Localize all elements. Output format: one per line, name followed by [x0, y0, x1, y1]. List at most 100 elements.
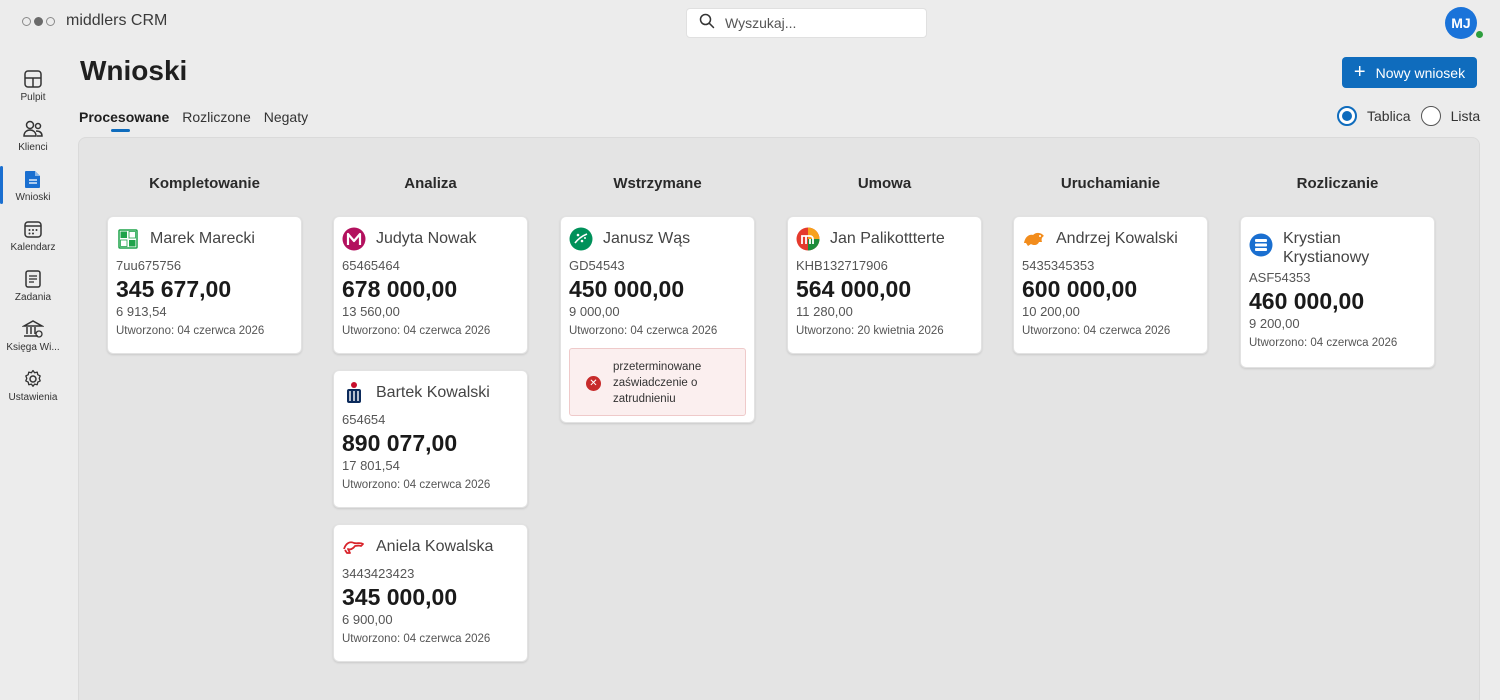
- view-list-label: Lista: [1450, 108, 1481, 124]
- commission-amount: 9 200,00: [1249, 316, 1300, 331]
- application-id: 654654: [342, 412, 386, 427]
- view-board-label: Tablica: [1367, 108, 1411, 124]
- column-title: Wstrzymane: [613, 175, 702, 192]
- new-application-label: Nowy wniosek: [1375, 64, 1466, 81]
- search-icon: [699, 13, 725, 34]
- view-toggle: Tablica Lista: [1337, 106, 1490, 126]
- view-board-radio[interactable]: [1337, 106, 1357, 126]
- client-name: Janusz Wąs: [603, 230, 691, 247]
- created-date: Utworzono: 04 czerwca 2026: [1249, 337, 1398, 349]
- column-title: Analiza: [404, 175, 457, 192]
- application-card[interactable]: Aniela Kowalska 3443423423 345 000,00 6 …: [333, 524, 528, 662]
- commission-amount: 6 900,00: [342, 612, 393, 627]
- application-card[interactable]: Bartek Kowalski 654654 890 077,00 17 801…: [333, 370, 528, 508]
- created-date: Utworzono: 04 czerwca 2026: [342, 479, 491, 491]
- client-name: Andrzej Kowalski: [1056, 230, 1178, 247]
- sidebar-item-wnioski[interactable]: Wnioski: [0, 158, 66, 208]
- application-card[interactable]: Jan Palikottterte KHB132717906 564 000,0…: [787, 216, 982, 354]
- application-id: 3443423423: [342, 566, 415, 581]
- millennium-bank-logo: [342, 227, 366, 251]
- application-id: 5435345353: [1022, 258, 1095, 273]
- app-menu-icon[interactable]: [22, 17, 55, 26]
- document-icon: [22, 168, 44, 190]
- commission-amount: 17 801,54: [342, 458, 400, 473]
- application-id: ASF54353: [1249, 270, 1311, 285]
- created-date: Utworzono: 04 czerwca 2026: [1022, 325, 1171, 337]
- created-date: Utworzono: 04 czerwca 2026: [569, 325, 718, 337]
- column-title: Umowa: [857, 175, 912, 192]
- application-card[interactable]: Marek Marecki 7uu675756 345 677,00 6 913…: [107, 216, 302, 354]
- sidebar-item-label: Księga Wi...: [6, 342, 60, 353]
- tab-negaty[interactable]: Negaty: [264, 109, 308, 125]
- sidebar-item-label: Kalendarz: [10, 242, 56, 253]
- tasks-icon: [22, 268, 44, 290]
- error-icon: ✕: [586, 375, 601, 391]
- commission-amount: 13 560,00: [342, 304, 400, 319]
- column-title: Kompletowanie: [149, 175, 260, 192]
- loan-amount: 890 077,00: [342, 430, 458, 456]
- santander-bank-logo: [1249, 233, 1273, 257]
- sidebar-item-kalendarz[interactable]: Kalendarz: [0, 208, 66, 258]
- sidebar-item-pulpit[interactable]: Pulpit: [0, 58, 66, 108]
- dashboard-icon: [22, 68, 44, 90]
- loan-amount: 345 000,00: [342, 584, 458, 610]
- velo-bank-logo: [116, 227, 140, 251]
- alior-bank-logo: [1022, 227, 1046, 251]
- loan-amount: 600 000,00: [1022, 276, 1138, 302]
- sidebar-item-klienci[interactable]: Klienci: [0, 108, 66, 158]
- top-bar: middlers CRM MJ: [0, 0, 1500, 44]
- commission-amount: 10 200,00: [1022, 304, 1080, 319]
- sidebar-item-label: Klienci: [18, 142, 48, 153]
- application-card[interactable]: Krystian Krystianowy ASF54353 460 000,00…: [1240, 216, 1435, 368]
- client-name: Krystian Krystianowy: [1283, 230, 1370, 266]
- loan-amount: 450 000,00: [569, 276, 685, 302]
- created-date: Utworzono: 04 czerwca 2026: [342, 325, 491, 337]
- column-title: Rozliczanie: [1296, 175, 1379, 192]
- sidebar-item-label: Zadania: [14, 292, 52, 303]
- error-alert: ✕ przeterminowane zaświadczenie o zatrud…: [569, 348, 746, 416]
- search-input[interactable]: [725, 15, 905, 31]
- people-icon: [22, 118, 44, 140]
- user-avatar[interactable]: MJ: [1445, 7, 1477, 39]
- loan-amount: 564 000,00: [796, 276, 912, 302]
- application-id: 65465464: [342, 258, 400, 273]
- tab-rozliczone[interactable]: Rozliczone: [182, 109, 250, 125]
- bnp-bank-logo: [569, 227, 593, 251]
- sidebar-item-ksiega[interactable]: Księga Wi...: [0, 308, 66, 358]
- alert-message: przeterminowane zaświadczenie o zatrudni…: [613, 361, 702, 405]
- app-title: middlers CRM: [66, 12, 168, 29]
- created-date: Utworzono: 04 czerwca 2026: [342, 633, 491, 645]
- new-application-button[interactable]: + Nowy wniosek: [1342, 57, 1477, 88]
- client-name: Judyta Nowak: [376, 230, 477, 247]
- commission-amount: 11 280,00: [796, 304, 853, 319]
- plus-icon: +: [1353, 60, 1366, 83]
- commission-amount: 9 000,00: [569, 304, 620, 319]
- sidebar-item-zadania[interactable]: Zadania: [0, 258, 66, 308]
- loan-amount: 678 000,00: [342, 276, 458, 302]
- application-id: GD54543: [569, 258, 625, 273]
- search-box[interactable]: [686, 8, 927, 38]
- sidebar: Pulpit Klienci Wnioski Kalendarz Zadania…: [0, 58, 66, 408]
- tab-procesowane[interactable]: Procesowane: [79, 109, 169, 132]
- created-date: Utworzono: 20 kwietnia 2026: [796, 325, 944, 337]
- pko-bank-logo: [342, 381, 366, 405]
- application-id: KHB132717906: [796, 258, 888, 273]
- status-tabs: Procesowane Rozliczone Negaty: [79, 109, 308, 132]
- bank-building-icon: [22, 318, 44, 340]
- application-card[interactable]: Andrzej Kowalski 5435345353 600 000,00 1…: [1013, 216, 1208, 354]
- application-card[interactable]: Judyta Nowak 65465464 678 000,00 13 560,…: [333, 216, 528, 354]
- pekao-bank-logo: [342, 535, 366, 559]
- view-list-radio[interactable]: [1420, 106, 1441, 126]
- application-card[interactable]: Janusz Wąs GD54543 450 000,00 9 000,00 U…: [560, 216, 755, 423]
- calendar-icon: [22, 218, 44, 240]
- application-id: 7uu675756: [116, 258, 182, 273]
- gear-icon: [22, 368, 44, 390]
- client-name: Jan Palikottterte: [830, 230, 945, 247]
- column-title: Uruchamianie: [1060, 175, 1161, 192]
- loan-amount: 460 000,00: [1249, 288, 1365, 314]
- sidebar-item-ustawienia[interactable]: Ustawienia: [0, 358, 66, 408]
- sidebar-item-label: Ustawienia: [8, 392, 58, 403]
- presence-status-icon: [1474, 29, 1485, 40]
- client-name: Marek Marecki: [150, 230, 255, 247]
- created-date: Utworzono: 04 czerwca 2026: [116, 325, 265, 337]
